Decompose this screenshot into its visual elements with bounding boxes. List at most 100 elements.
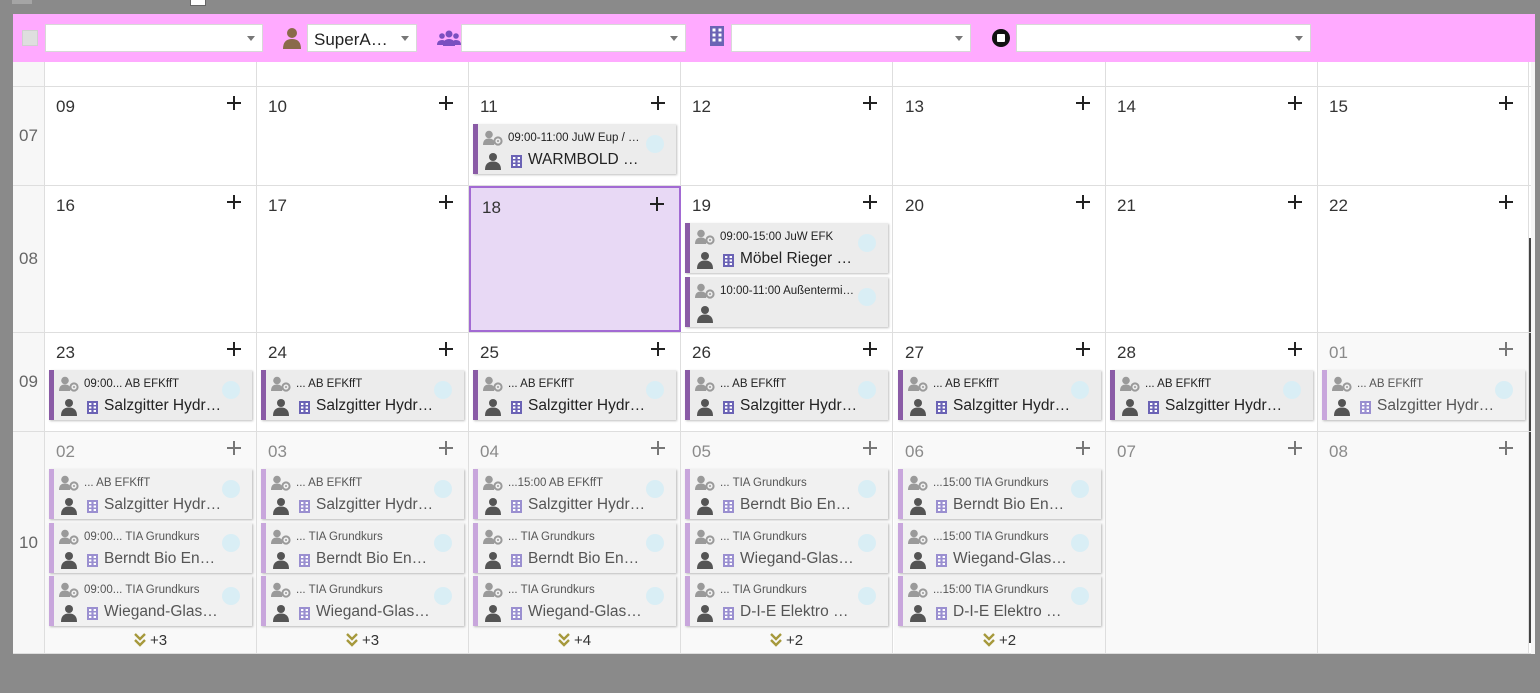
day-cell[interactable]: 17 [257,186,469,332]
event-card[interactable]: ... AB EFKffT Salzgitter Hydr… [685,370,888,420]
event-card[interactable]: ... AB EFKffT Salzgitter Hydr… [473,370,676,420]
day-cell-today[interactable]: 18 [469,186,681,332]
plus-icon[interactable] [1287,194,1303,210]
show-more-link[interactable]: +2 [894,632,1105,649]
event-card[interactable]: ... TIA Grundkurs Berndt Bio En… [473,523,676,573]
day-cell[interactable]: 19 09:00-15:00 JuW EFK Möbel Rieger … 10:00… [681,186,893,332]
group-select[interactable] [461,24,686,52]
plus-icon[interactable] [1075,440,1091,456]
day-cell[interactable]: 05... TIA Grundkurs Berndt Bio En…... TIA… [681,432,893,653]
day-cell[interactable]: 04 ...15:00 AB EFKffT Salzgitter Hydr… ... … [469,432,681,653]
day-cell[interactable] [894,62,1106,86]
day-cell[interactable]: 02 ... AB EFKffT Salzgitter Hydr… 09:00... … [45,432,257,653]
day-cell[interactable]: 07 [1106,432,1318,653]
day-cell[interactable]: 14 [1106,87,1318,185]
event-card[interactable]: ... TIA Grundkurs D-I-E Elektro … [685,576,888,626]
day-cell[interactable]: 01 ... AB EFKffT Salzgitter Hydr… [1318,333,1529,431]
event-card[interactable]: 09:00... AB EFKffT Salzgitter Hydr… [49,370,252,420]
day-cell[interactable] [1318,62,1529,86]
show-more-link[interactable]: +2 [681,632,892,649]
event-card[interactable]: ...15:00 TIA Grundkurs Berndt Bio En… [898,469,1101,519]
event-card[interactable]: ...15:00 TIA Grundkurs Wiegand-Glas… [898,523,1101,573]
event-card[interactable]: ... TIA Grundkurs Wiegand-Glas… [685,523,888,573]
plus-icon[interactable] [1287,440,1303,456]
day-cell[interactable]: 13 [894,87,1106,185]
day-cell[interactable]: 21 [1106,186,1318,332]
event-card[interactable]: ...15:00 TIA Grundkurs D-I-E Elektro … [898,576,1101,626]
plus-icon[interactable] [650,95,666,111]
show-more-link[interactable]: +4 [469,632,680,649]
event-card[interactable]: ... TIA Grundkurs Berndt Bio En… [261,523,464,573]
day-cell[interactable]: 26 ... AB EFKffT Salzgitter Hydr… [681,333,893,431]
event-card[interactable]: 09:00-15:00 JuW EFK Möbel Rieger … [685,223,888,273]
day-cell[interactable]: 03 ... AB EFKffT Salzgitter Hydr… ... TIA G… [257,432,469,653]
plus-icon[interactable] [1075,341,1091,357]
plus-icon[interactable] [226,440,242,456]
day-cell[interactable]: 24 ... AB EFKffT Salzgitter Hydr… [257,333,469,431]
company-select[interactable] [731,24,971,52]
day-cell[interactable]: 08 [1318,432,1529,653]
day-cell[interactable]: 28 ... AB EFKffT Salzgitter Hydr… [1106,333,1318,431]
event-card[interactable]: ... AB EFKffT Salzgitter Hydr… [898,370,1101,420]
event-card[interactable]: ... AB EFKffT Salzgitter Hydr… [261,469,464,519]
day-cell[interactable]: 25 ... AB EFKffT Salzgitter Hydr… [469,333,681,431]
day-cell[interactable]: 12 [681,87,893,185]
day-cell[interactable]: 11 09:00-11:00 JuW Eup / … WARMBOLD … [469,87,681,185]
plus-icon[interactable] [1075,95,1091,111]
day-cell[interactable] [1106,62,1318,86]
day-cell[interactable]: 15 [1318,87,1529,185]
plus-icon[interactable] [226,95,242,111]
day-cell[interactable] [45,62,257,86]
plus-icon[interactable] [1498,341,1514,357]
plus-icon[interactable] [1075,194,1091,210]
day-cell[interactable]: 06 ...15:00 TIA Grundkurs Berndt Bio En…..… [894,432,1106,653]
event-card[interactable]: 10:00-11:00 Außentermi… [685,277,888,327]
plus-icon[interactable] [862,194,878,210]
event-card[interactable]: ... AB EFKffT Salzgitter Hydr… [1110,370,1313,420]
event-card[interactable]: ... AB EFKffT Salzgitter Hydr… [1322,370,1525,420]
day-cell[interactable]: 27 ... AB EFKffT Salzgitter Hydr… [894,333,1106,431]
plus-icon[interactable] [226,194,242,210]
plus-icon[interactable] [1287,341,1303,357]
event-card[interactable]: ... AB EFKffT Salzgitter Hydr… [49,469,252,519]
event-card[interactable]: 09:00... TIA Grundkurs Berndt Bio En… [49,523,252,573]
plus-icon[interactable] [862,95,878,111]
event-card[interactable]: ... TIA Grundkurs Berndt Bio En… [685,469,888,519]
day-cell[interactable] [257,62,469,86]
day-cell[interactable]: 23 09:00... AB EFKffT Salzgitter Hydr… [45,333,257,431]
plus-icon[interactable] [1498,95,1514,111]
day-cell[interactable]: 22 [1318,186,1529,332]
day-cell[interactable] [681,62,893,86]
checkbox-stub[interactable] [190,0,206,6]
plus-icon[interactable] [862,440,878,456]
day-cell[interactable]: 16 [45,186,257,332]
event-card[interactable]: ... TIA Grundkurs Wiegand-Glas… [261,576,464,626]
day-cell[interactable]: 09 [45,87,257,185]
plus-icon[interactable] [438,194,454,210]
plus-icon[interactable] [650,440,666,456]
filter-select-1[interactable] [45,24,263,52]
plus-icon[interactable] [438,341,454,357]
plus-icon[interactable] [649,196,665,212]
select-all-checkbox[interactable] [22,30,38,46]
user-select[interactable]: SuperA… [307,24,417,52]
event-card[interactable]: ... TIA Grundkurs Wiegand-Glas… [473,576,676,626]
status-select[interactable] [1016,24,1311,52]
event-card[interactable]: 09:00-11:00 JuW Eup / … WARMBOLD … [473,124,676,174]
event-card[interactable]: ...15:00 AB EFKffT Salzgitter Hydr… [473,469,676,519]
plus-icon[interactable] [226,341,242,357]
event-card[interactable]: 09:00... TIA Grundkurs Wiegand-Glas… [49,576,252,626]
day-cell[interactable]: 20 [894,186,1106,332]
plus-icon[interactable] [1498,440,1514,456]
day-cell[interactable] [469,62,681,86]
plus-icon[interactable] [1287,95,1303,111]
plus-icon[interactable] [862,341,878,357]
plus-icon[interactable] [650,341,666,357]
plus-icon[interactable] [438,95,454,111]
event-card[interactable]: ... AB EFKffT Salzgitter Hydr… [261,370,464,420]
day-cell[interactable]: 10 [257,87,469,185]
show-more-link[interactable]: +3 [45,632,256,649]
show-more-link[interactable]: +3 [257,632,468,649]
plus-icon[interactable] [1498,194,1514,210]
plus-icon[interactable] [438,440,454,456]
